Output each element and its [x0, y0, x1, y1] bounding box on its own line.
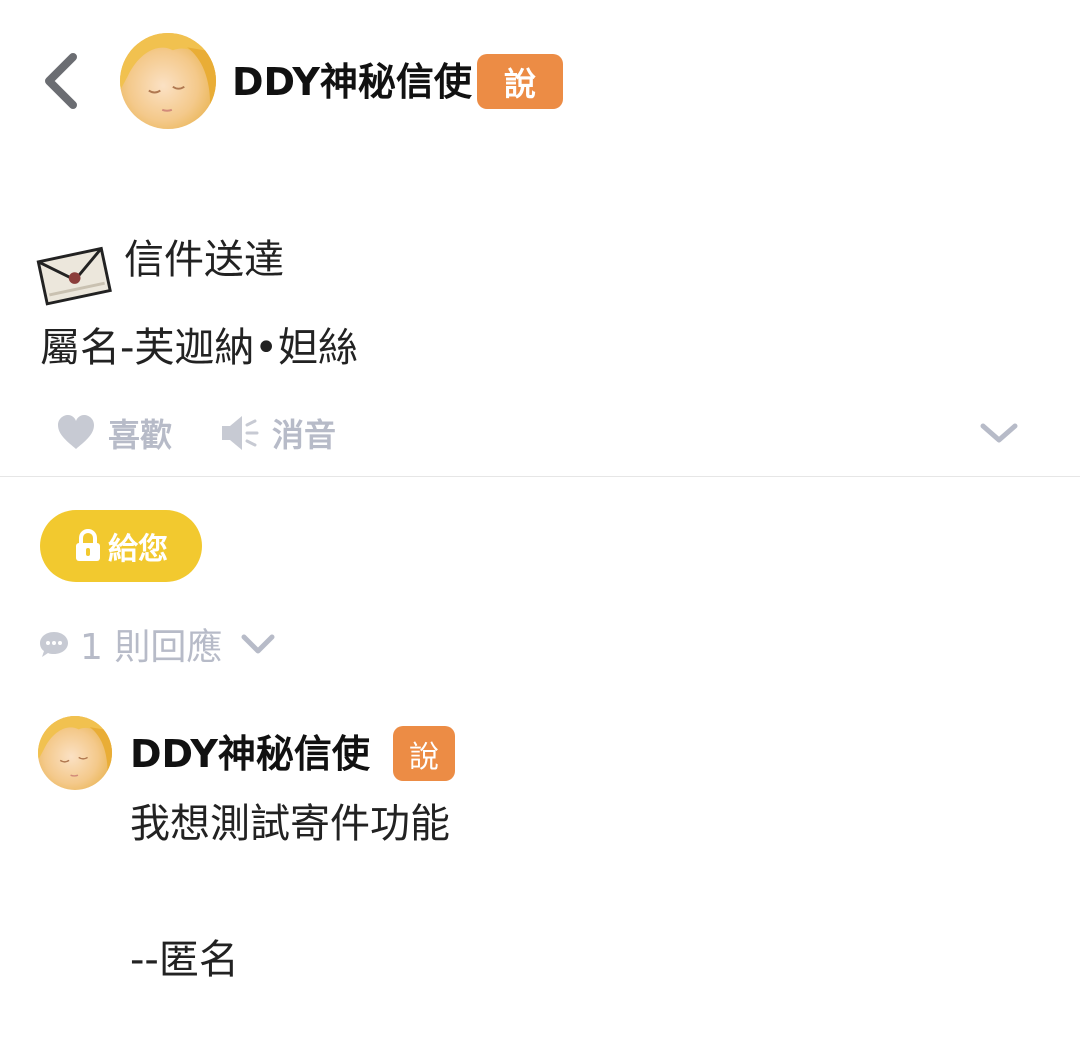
post-signature: 屬名-芙迦納•妲絲	[40, 325, 359, 371]
letter-envelope-icon	[36, 240, 114, 310]
speaker-badge: 說	[477, 54, 563, 109]
reply-author-avatar[interactable]	[38, 716, 112, 790]
reply-count-label: 1 則回應	[80, 627, 223, 668]
author-avatar[interactable]	[120, 33, 216, 129]
speaker-icon	[220, 413, 260, 453]
post-page: DDY神秘信使 說 信件送達 屬名-芙迦納•妲絲 喜歡 消音 給您 1 則回應 …	[0, 0, 1080, 1047]
mute-button[interactable]: 消音	[220, 411, 336, 455]
reply-author-name[interactable]: DDY神秘信使	[130, 728, 370, 780]
reply-text: 我想測試寄件功能	[130, 801, 450, 847]
reply-signature: --匿名	[130, 937, 239, 983]
like-label: 喜歡	[108, 416, 173, 454]
like-button[interactable]: 喜歡	[56, 411, 172, 455]
back-button[interactable]	[36, 50, 86, 112]
replies-toggle[interactable]: 1 則回應	[38, 620, 276, 668]
chevron-left-icon	[45, 53, 77, 109]
give-button-label: 給您	[108, 532, 168, 567]
author-name[interactable]: DDY神秘信使	[232, 56, 472, 108]
give-button[interactable]: 給您	[40, 510, 202, 582]
heart-icon	[56, 413, 96, 453]
post-title: 信件送達	[124, 237, 284, 283]
reply-speaker-badge: 說	[393, 726, 455, 781]
comment-bubble-icon	[38, 629, 70, 659]
divider	[0, 476, 1080, 477]
lock-icon	[74, 529, 102, 563]
more-options-chevron-down-icon[interactable]	[978, 418, 1020, 448]
chevron-down-icon	[240, 631, 276, 657]
mute-label: 消音	[272, 416, 337, 454]
